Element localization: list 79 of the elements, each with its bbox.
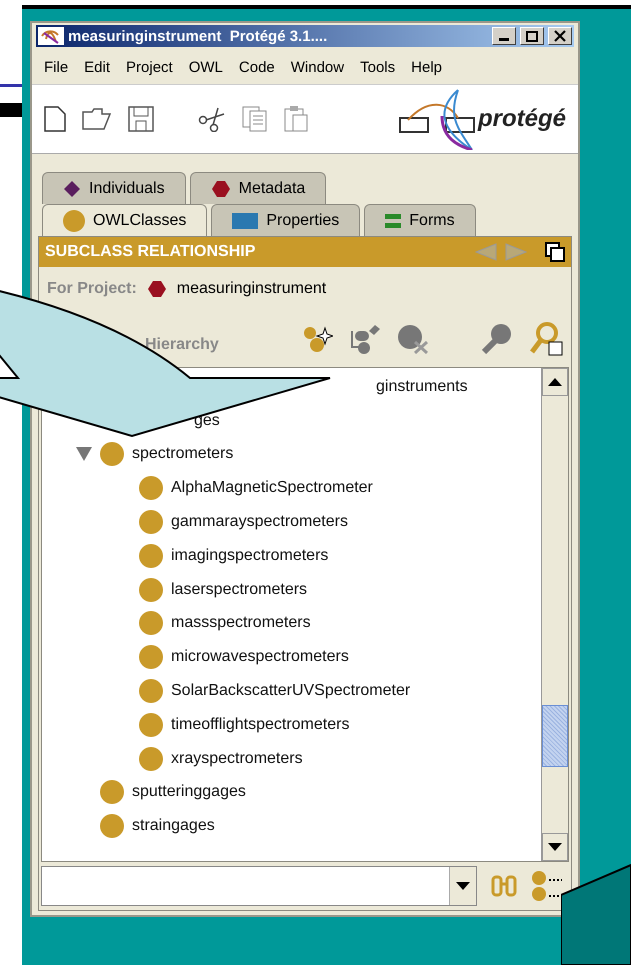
panel-title: SUBCLASS RELATIONSHIP <box>45 243 256 261</box>
class-icon <box>139 645 163 670</box>
down-arrow-icon <box>548 843 562 851</box>
menu-item[interactable]: Edit <box>84 59 110 76</box>
maximize-icon <box>526 30 538 42</box>
folder-icon[interactable] <box>82 108 112 130</box>
scissors-icon[interactable] <box>198 106 226 132</box>
diamond-icon <box>63 180 81 198</box>
tree-item[interactable]: SolarBackscatterUVSpectrometer <box>171 682 410 700</box>
maximize-button[interactable] <box>520 27 544 45</box>
tab[interactable]: Properties <box>211 204 360 236</box>
tree-item[interactable]: xrayspectrometers <box>171 750 303 768</box>
tab[interactable]: Individuals <box>42 172 186 204</box>
add-class-icon[interactable] <box>303 324 333 354</box>
up-arrow-icon <box>548 378 562 386</box>
slide-line <box>0 84 22 87</box>
tab[interactable]: OWLClasses <box>42 204 208 236</box>
logo-text: protégé <box>478 105 566 133</box>
expanded-triangle-icon[interactable] <box>76 447 92 462</box>
equals-icon <box>385 212 402 228</box>
tree-item[interactable]: imagingspectrometers <box>171 546 328 565</box>
copy-icon[interactable] <box>242 106 268 132</box>
rectangle-icon <box>232 212 258 228</box>
close-icon <box>554 30 566 42</box>
menu-item[interactable]: Help <box>411 59 442 76</box>
tree-item[interactable]: gammarayspectrometers <box>171 513 348 532</box>
new-file-icon[interactable] <box>44 106 66 132</box>
tree-item[interactable]: spectrometers <box>132 445 234 464</box>
project-name: measuringinstrument <box>176 280 326 298</box>
project-label: For Project: <box>47 280 137 298</box>
dropdown-arrow-icon[interactable] <box>456 882 470 890</box>
tab[interactable]: Metadata <box>190 172 326 204</box>
class-icon <box>139 476 163 500</box>
class-icon <box>100 442 124 466</box>
key-icon[interactable] <box>529 322 563 356</box>
scroll-down-button[interactable] <box>542 833 568 861</box>
tree-item[interactable]: AlphaMagneticSpectrometer <box>171 479 373 498</box>
menu-item[interactable]: Code <box>238 59 275 76</box>
menu-item[interactable]: Project <box>126 59 173 76</box>
hexagon-icon <box>210 180 231 198</box>
tree-item[interactable]: ges <box>194 412 220 430</box>
tree-item[interactable]: laserspectrometers <box>171 580 308 599</box>
class-icon <box>139 578 163 602</box>
class-icon <box>139 746 163 771</box>
class-icon <box>139 679 163 704</box>
window-title: measuringinstrument Protégé 3.1.... <box>68 28 328 44</box>
class-icon <box>100 780 124 804</box>
class-icon <box>139 611 163 636</box>
class-icon <box>139 712 163 737</box>
paste-icon[interactable] <box>284 105 310 133</box>
hierarchy-label: Hierarchy <box>145 335 220 354</box>
class-icon <box>139 544 163 568</box>
search-combo-field[interactable] <box>41 866 477 906</box>
tab[interactable]: Forms <box>364 204 476 236</box>
window-icon[interactable] <box>545 242 565 262</box>
class-icon <box>139 510 163 534</box>
circle-icon <box>63 210 85 232</box>
menu-item[interactable]: Window <box>290 59 344 76</box>
tree-item[interactable]: ginstruments <box>376 378 468 396</box>
delete-class-icon[interactable] <box>397 324 429 354</box>
menu-item[interactable]: OWL <box>188 59 223 76</box>
class-icon <box>100 814 124 838</box>
logo-mark-icon <box>398 88 478 150</box>
tree-item[interactable]: microwavespectrometers <box>171 648 349 666</box>
tree-item[interactable]: sputteringgages <box>132 783 246 802</box>
save-icon[interactable] <box>128 106 154 132</box>
minimize-icon <box>499 38 509 41</box>
menu-item[interactable]: File <box>44 59 68 76</box>
hexagon-icon <box>146 280 167 298</box>
tree-item[interactable]: massspectrometers <box>171 614 311 632</box>
scroll-up-button[interactable] <box>542 368 568 396</box>
minimize-button[interactable] <box>492 27 516 45</box>
close-button[interactable] <box>548 27 572 45</box>
tree-item[interactable]: straingages <box>132 817 215 836</box>
app-icon <box>38 27 64 45</box>
menu-item[interactable]: Tools <box>360 59 396 76</box>
tree-item[interactable]: timeofflightspectrometers <box>171 716 350 734</box>
class-list-icon[interactable] <box>531 870 563 902</box>
scrollbar-thumb[interactable] <box>542 705 568 767</box>
